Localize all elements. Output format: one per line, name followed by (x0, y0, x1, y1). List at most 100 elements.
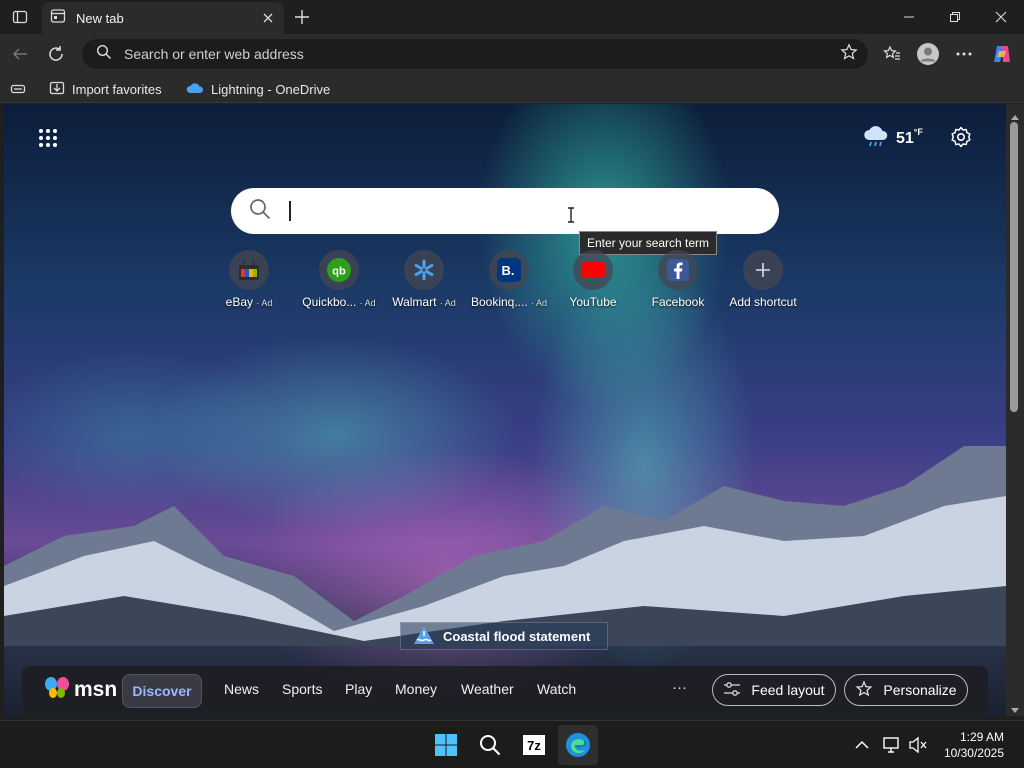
address-bar[interactable]: Search or enter web address (82, 39, 868, 69)
refresh-icon[interactable] (42, 40, 70, 68)
weather-alert[interactable]: Coastal flood statement (400, 622, 608, 650)
svg-text:7z: 7z (527, 738, 541, 753)
feed-layout-label: Feed layout (751, 682, 825, 698)
walmart-icon (404, 250, 444, 290)
feed-layout-button[interactable]: Feed layout (712, 674, 836, 706)
background-mountains (4, 446, 1006, 646)
favorites-bar: Import favorites Lightning - OneDrive (0, 74, 1024, 103)
new-tab-button[interactable] (290, 5, 314, 29)
msn-logo-text: msn (74, 678, 118, 701)
plus-icon (743, 250, 783, 290)
weather-widget[interactable]: 51 °F (862, 124, 923, 153)
page-scrollbar[interactable] (1006, 104, 1024, 716)
more-options-icon[interactable] (950, 40, 978, 68)
start-windows-icon[interactable] (426, 725, 466, 765)
alert-text: Coastal flood statement (443, 628, 591, 644)
text-caret (289, 201, 291, 221)
favorite-label: Import favorites (72, 81, 162, 97)
sliders-icon (723, 681, 741, 700)
close-tab-icon[interactable] (260, 10, 276, 26)
quickbooks-icon: qb (319, 250, 359, 290)
shortcut-label: Walmart (392, 295, 437, 309)
network-icon[interactable] (880, 733, 904, 757)
favorite-lightning-onedrive[interactable]: Lightning - OneDrive (186, 78, 330, 100)
facebook-icon (658, 250, 698, 290)
tab-play[interactable]: Play (345, 681, 372, 697)
new-tab-page: 51 °F Enter your search term eBay · Ad q… (4, 104, 1006, 716)
favorites-collapse-icon[interactable] (10, 78, 26, 100)
volume-muted-icon[interactable] (906, 733, 930, 757)
favorite-star-icon[interactable] (840, 42, 858, 66)
clock-date: 10/30/2025 (943, 746, 1004, 760)
shortcut-label: Bookinq.... (470, 295, 528, 309)
msn-butterfly-icon (44, 675, 70, 705)
shortcut-ebay[interactable]: eBay · Ad (206, 250, 292, 309)
personalize-button[interactable]: Personalize (844, 674, 968, 706)
shortcut-label: Facebook (651, 295, 705, 309)
apps-grid-icon[interactable] (38, 128, 58, 148)
ebay-icon (229, 250, 269, 290)
sparkle-star-icon (855, 679, 873, 701)
tab-discover[interactable]: Discover (122, 674, 202, 708)
minimize-icon[interactable] (886, 0, 932, 34)
ad-label: · Ad (439, 298, 456, 308)
msn-logo[interactable]: msn (44, 675, 117, 705)
booking-icon: B. (489, 250, 529, 290)
tab-actions-icon[interactable] (8, 5, 32, 29)
tab-watch[interactable]: Watch (537, 681, 576, 697)
scroll-down-icon[interactable] (1010, 702, 1020, 720)
title-bar: New tab (0, 0, 1024, 34)
copilot-icon[interactable] (988, 40, 1016, 68)
tab-news[interactable]: News (224, 681, 259, 697)
youtube-icon (573, 250, 613, 290)
edge-browser-icon[interactable] (558, 725, 598, 765)
shortcut-label: YouTube (569, 295, 617, 309)
tab-sports[interactable]: Sports (282, 681, 322, 697)
svg-text:B.: B. (502, 263, 515, 278)
shortcut-quickbooks[interactable]: qb Quickbo... · Ad (296, 250, 382, 309)
cloud-rain-icon (862, 124, 890, 153)
ad-label: · Ad (256, 298, 273, 308)
msn-feed-bar: msn Discover News Sports Play Money Weat… (22, 666, 988, 714)
shortcut-label: eBay (225, 295, 253, 309)
shortcut-label: Quickbo... (302, 295, 357, 309)
web-search-box[interactable] (231, 188, 779, 234)
temperature: 51 (896, 129, 914, 147)
ad-label: · Ad (359, 298, 376, 308)
system-clock[interactable]: 1:29 AM 10/30/2025 (928, 729, 1004, 761)
personalize-label: Personalize (883, 682, 957, 698)
shortcut-booking[interactable]: B. Bookinq.... · Ad (466, 250, 552, 309)
favorites-icon[interactable] (878, 40, 906, 68)
svg-text:qb: qb (332, 266, 346, 278)
tab-money[interactable]: Money (395, 681, 437, 697)
close-window-icon[interactable] (978, 0, 1024, 34)
new-tab-page-icon (50, 8, 66, 29)
tab-title: New tab (76, 10, 124, 26)
search-icon (249, 198, 271, 225)
scroll-thumb[interactable] (1010, 122, 1018, 412)
page-settings-icon[interactable] (948, 124, 974, 150)
address-placeholder: Search or enter web address (124, 46, 304, 62)
chevron-up-icon[interactable] (850, 733, 874, 757)
favorite-import-favorites[interactable]: Import favorites (49, 78, 162, 100)
tab-new-tab[interactable]: New tab (42, 2, 284, 34)
shortcut-facebook[interactable]: Facebook (635, 250, 721, 309)
ibeam-cursor-icon (567, 207, 575, 223)
more-tabs-button[interactable]: ··· (672, 679, 687, 696)
clock-time: 1:29 AM (959, 730, 1004, 744)
tab-weather[interactable]: Weather (461, 681, 514, 697)
windows-taskbar: 7z 1:29 AM 10/30/2025 (0, 720, 1024, 768)
onedrive-icon (186, 82, 204, 97)
restore-icon[interactable] (932, 0, 978, 34)
flood-alert-icon (413, 625, 435, 648)
back-icon[interactable] (6, 40, 34, 68)
profile-avatar-icon[interactable] (914, 40, 942, 68)
browser-toolbar: Search or enter web address (0, 34, 1024, 74)
shortcut-walmart[interactable]: Walmart · Ad (381, 250, 467, 309)
shortcut-add[interactable]: Add shortcut (720, 250, 806, 309)
shortcut-youtube[interactable]: YouTube (550, 250, 636, 309)
search-icon (96, 44, 112, 65)
search-icon[interactable] (470, 725, 510, 765)
7zip-icon[interactable]: 7z (514, 725, 554, 765)
favorite-label: Lightning - OneDrive (211, 81, 331, 97)
